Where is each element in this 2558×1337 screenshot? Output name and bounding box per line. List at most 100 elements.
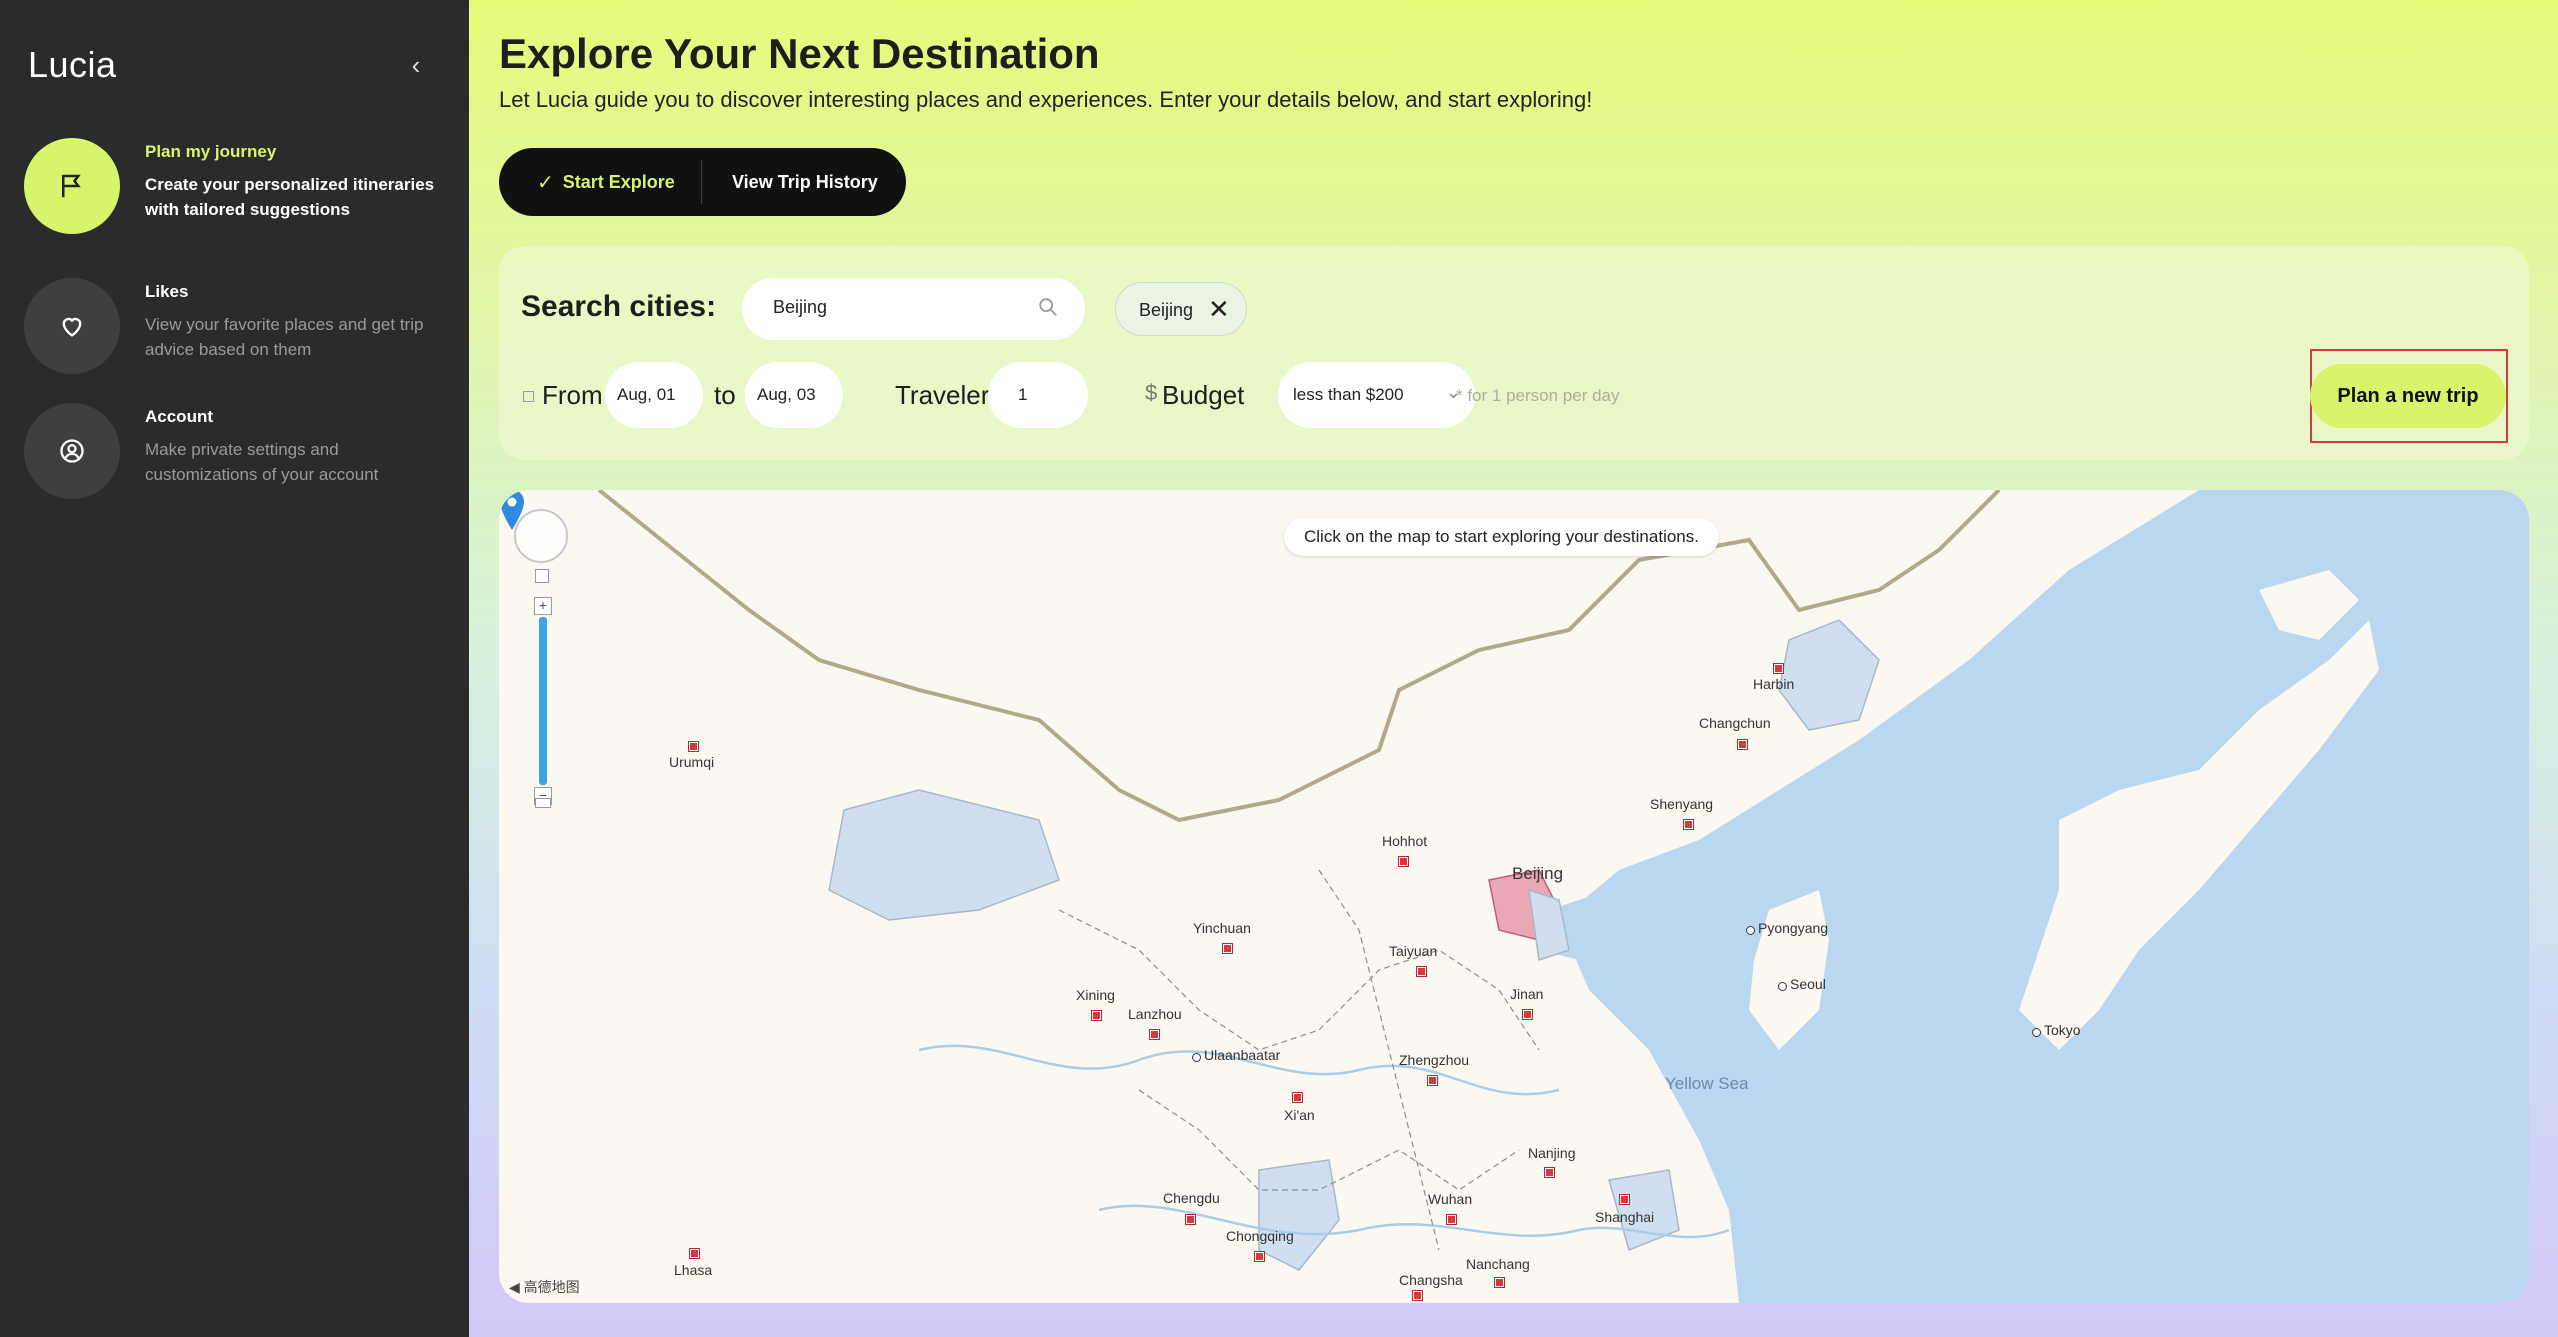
app-logo: Lucia bbox=[28, 44, 117, 85]
collapse-sidebar-button[interactable]: ‹ bbox=[404, 50, 428, 80]
city-marker[interactable] bbox=[1186, 1215, 1195, 1224]
capital-marker bbox=[1746, 926, 1755, 935]
map-provider-logo: ◀ 高德地图 bbox=[509, 1279, 580, 1295]
city-marker[interactable] bbox=[1150, 1030, 1159, 1039]
map-label-hohhot[interactable]: Hohhot bbox=[1382, 833, 1427, 849]
map-label-seoul[interactable]: Seoul bbox=[1790, 976, 1826, 992]
sidebar-item-title: Account bbox=[145, 407, 213, 426]
sidebar-item-desc: View your favorite places and get trip a… bbox=[145, 315, 424, 359]
map-label-urumqi[interactable]: Urumqi bbox=[669, 754, 714, 770]
city-marker[interactable] bbox=[689, 742, 698, 751]
chevron-left-icon: ‹ bbox=[411, 50, 421, 80]
sidebar-item-plan-my-journey[interactable]: Plan my journey Create your personalized… bbox=[24, 138, 444, 238]
map-zoom-in-button[interactable]: + bbox=[534, 597, 552, 615]
map-label-wuhan[interactable]: Wuhan bbox=[1428, 1191, 1472, 1207]
trip-form-panel: Search cities: Beijing Beijing ✕ From Au… bbox=[499, 246, 2529, 460]
budget-select[interactable]: less than $200 ⌄ bbox=[1278, 362, 1475, 428]
map-label-chongqing[interactable]: Chongqing bbox=[1226, 1228, 1294, 1244]
map-label-beijing[interactable]: Beijing bbox=[1512, 864, 1563, 884]
map-label-xining[interactable]: Xining bbox=[1076, 987, 1115, 1003]
city-marker[interactable] bbox=[690, 1249, 699, 1258]
search-icon[interactable] bbox=[1037, 296, 1059, 318]
map-label-lhasa[interactable]: Lhasa bbox=[674, 1262, 712, 1278]
to-date-input[interactable]: Aug, 03 bbox=[745, 362, 843, 428]
map-label-shanghai[interactable]: Shanghai bbox=[1595, 1209, 1654, 1225]
city-marker[interactable] bbox=[1447, 1215, 1456, 1224]
flag-icon bbox=[24, 138, 120, 234]
search-label: Search cities: bbox=[521, 290, 717, 323]
city-marker[interactable] bbox=[1223, 944, 1232, 953]
from-label: From bbox=[542, 380, 603, 410]
map-label-lanzhou[interactable]: Lanzhou bbox=[1128, 1006, 1182, 1022]
search-value: Beijing bbox=[773, 297, 828, 317]
map-label-pyongyang[interactable]: Pyongyang bbox=[1758, 920, 1828, 936]
location-pin-icon[interactable] bbox=[499, 490, 525, 530]
budget-value: less than $200 bbox=[1293, 385, 1404, 404]
city-marker[interactable] bbox=[1399, 857, 1408, 866]
chip-label: Beijing bbox=[1139, 300, 1194, 320]
page-subtitle: Let Lucia guide you to discover interest… bbox=[499, 87, 1593, 112]
selected-city-chip: Beijing ✕ bbox=[1115, 282, 1247, 336]
capital-marker bbox=[1778, 982, 1787, 991]
sidebar-item-account[interactable]: Account Make private settings and custom… bbox=[24, 403, 444, 503]
heart-icon bbox=[24, 278, 120, 374]
sidebar: Lucia ‹ Plan my journey Create your pers… bbox=[0, 0, 469, 1337]
dollar-icon: $ bbox=[1145, 380, 1158, 405]
map-label-chengdu[interactable]: Chengdu bbox=[1163, 1190, 1220, 1206]
mode-switch: ✓ Start Explore View Trip History bbox=[499, 148, 906, 216]
sidebar-item-desc: Create your personalized itineraries wit… bbox=[145, 175, 435, 219]
city-marker[interactable] bbox=[1413, 1291, 1422, 1300]
map-label-changsha[interactable]: Changsha bbox=[1399, 1272, 1463, 1288]
map-reset-button[interactable] bbox=[535, 569, 549, 583]
city-marker[interactable] bbox=[1255, 1252, 1264, 1261]
map-zoom-handle[interactable] bbox=[535, 798, 551, 808]
tab-label: Start Explore bbox=[562, 171, 675, 192]
map-canvas bbox=[597, 490, 2529, 1303]
traveler-count-input[interactable]: 1 bbox=[988, 362, 1088, 428]
city-marker[interactable] bbox=[1774, 664, 1783, 673]
capital-marker bbox=[2032, 1028, 2041, 1037]
close-icon[interactable]: ✕ bbox=[1208, 295, 1230, 323]
sidebar-item-title: Plan my journey bbox=[145, 142, 277, 161]
map-label-taiyuan[interactable]: Taiyuan bbox=[1389, 943, 1437, 959]
tab-view-trip-history[interactable]: View Trip History bbox=[702, 148, 878, 216]
city-marker[interactable] bbox=[1417, 967, 1426, 976]
tab-start-explore[interactable]: ✓ Start Explore bbox=[499, 160, 702, 204]
map-label-jinan[interactable]: Jinan bbox=[1510, 986, 1543, 1002]
city-marker[interactable] bbox=[1684, 820, 1693, 829]
map-label-tokyo[interactable]: Tokyo bbox=[2044, 1022, 2081, 1038]
map-hint: Click on the map to start exploring your… bbox=[1284, 518, 1719, 556]
sidebar-item-desc: Make private settings and customizations… bbox=[145, 440, 379, 484]
map-label-nanjing[interactable]: Nanjing bbox=[1528, 1145, 1575, 1161]
plan-new-trip-button[interactable]: Plan a new trip bbox=[2310, 364, 2506, 428]
map-label-shenyang[interactable]: Shenyang bbox=[1650, 796, 1713, 812]
map-label-yellow-sea: Yellow Sea bbox=[1665, 1074, 1749, 1093]
map-label-harbin[interactable]: Harbin bbox=[1753, 676, 1794, 692]
capital-marker bbox=[1192, 1053, 1201, 1062]
city-marker[interactable] bbox=[1620, 1195, 1629, 1204]
map-label-xian[interactable]: Xi'an bbox=[1284, 1107, 1315, 1123]
sidebar-item-likes[interactable]: Likes View your favorite places and get … bbox=[24, 278, 444, 378]
city-marker[interactable] bbox=[1293, 1093, 1302, 1102]
main-content: Explore Your Next Destination Let Lucia … bbox=[469, 0, 2558, 1337]
map-label-yinchuan[interactable]: Yinchuan bbox=[1193, 920, 1251, 936]
provider-name: 高德地图 bbox=[523, 1279, 580, 1295]
city-marker[interactable] bbox=[1545, 1168, 1554, 1177]
map-label-nanchang[interactable]: Nanchang bbox=[1466, 1256, 1530, 1272]
budget-label: Budget bbox=[1162, 380, 1245, 410]
page-title: Explore Your Next Destination bbox=[499, 30, 1100, 77]
map-label-changchun[interactable]: Changchun bbox=[1699, 715, 1771, 731]
map-view[interactable]: Click on the map to start exploring your… bbox=[499, 490, 2529, 1303]
map-label-zhengzhou[interactable]: Zhengzhou bbox=[1399, 1052, 1469, 1068]
city-marker[interactable] bbox=[1738, 740, 1747, 749]
city-marker[interactable] bbox=[1428, 1076, 1437, 1085]
from-date-input[interactable]: Aug, 01 bbox=[605, 362, 703, 428]
user-circle-icon bbox=[24, 403, 120, 499]
map-label-ulaanbaatar[interactable]: Ulaanbaatar bbox=[1204, 1047, 1280, 1063]
city-marker[interactable] bbox=[1495, 1278, 1504, 1287]
date-checkbox[interactable] bbox=[523, 391, 534, 402]
city-marker[interactable] bbox=[1092, 1011, 1101, 1020]
city-search-input[interactable]: Beijing bbox=[742, 278, 1085, 340]
city-marker[interactable] bbox=[1523, 1010, 1532, 1019]
map-zoom-slider[interactable] bbox=[539, 617, 547, 785]
